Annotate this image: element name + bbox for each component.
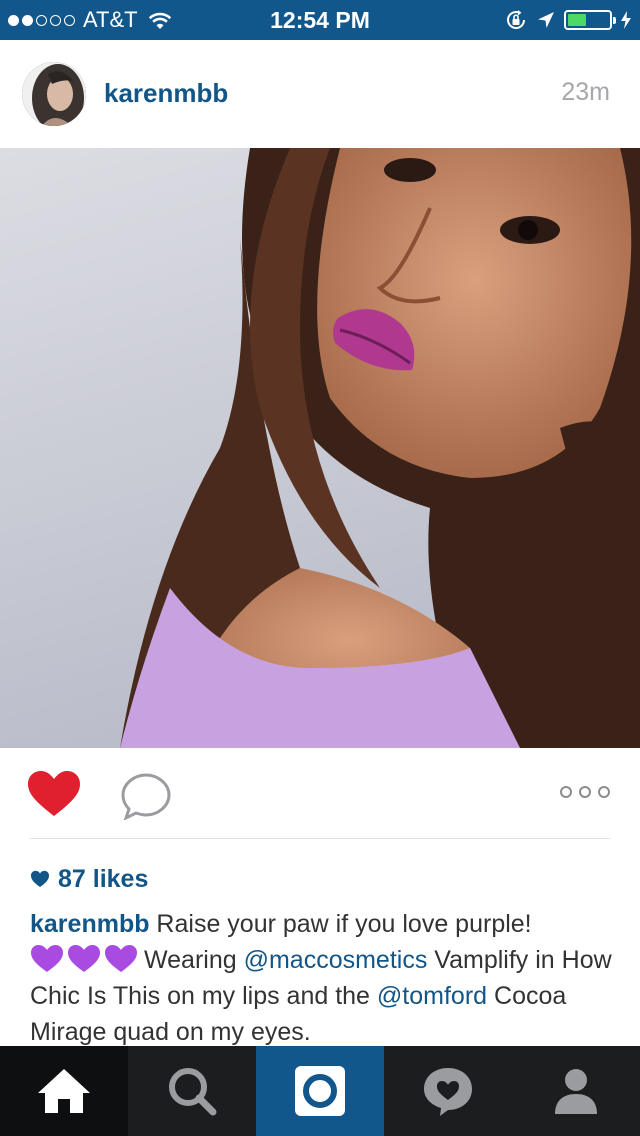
status-right: [504, 0, 632, 40]
status-bar: AT&T 12:54 PM: [0, 0, 640, 40]
post-header: karenmbb 23m: [0, 40, 640, 148]
activity-icon: [424, 1068, 472, 1116]
small-heart-icon: [31, 870, 49, 887]
orientation-lock-icon: [507, 10, 525, 29]
avatar[interactable]: [22, 62, 86, 126]
heart-filled-icon[interactable]: [26, 770, 82, 818]
caption-username[interactable]: karenmbb: [30, 910, 149, 938]
more-dots-icon[interactable]: [560, 784, 610, 800]
carrier-name: AT&T: [83, 7, 138, 32]
tab-bar: [0, 1046, 640, 1136]
purple-heart-emoji: [30, 944, 138, 974]
charging-bolt-icon: [621, 11, 631, 29]
mention-tomford[interactable]: @tomford: [377, 982, 487, 1010]
caption-text-2: Wearing: [144, 946, 244, 974]
battery-level: [568, 14, 586, 26]
location-arrow-icon: [538, 12, 554, 28]
tab-search[interactable]: [128, 1046, 256, 1136]
post-caption: karenmbb Raise your paw if you love purp…: [30, 906, 620, 1050]
post-username[interactable]: karenmbb: [104, 78, 228, 109]
comment-bubble-icon[interactable]: [120, 772, 172, 820]
likes-label: 87 likes: [58, 864, 149, 893]
post-actions: [0, 748, 640, 840]
caption-text-1: Raise your paw if you love purple!: [149, 910, 532, 938]
signal-strength-icon: [8, 14, 75, 26]
post-photo[interactable]: [0, 148, 640, 748]
search-icon: [169, 1068, 217, 1116]
portrait-image: [0, 148, 640, 748]
avatar-image: [22, 62, 86, 126]
tab-home[interactable]: [0, 1046, 128, 1136]
tab-activity[interactable]: [384, 1046, 512, 1136]
likes-count[interactable]: 87 likes: [30, 862, 148, 896]
mention-maccosmetics[interactable]: @maccosmetics: [244, 946, 428, 974]
profile-icon: [555, 1069, 597, 1114]
wifi-icon: [148, 12, 171, 29]
tab-camera[interactable]: [256, 1046, 384, 1136]
battery-icon: [564, 10, 616, 30]
camera-icon: [295, 1066, 345, 1116]
divider: [30, 838, 610, 839]
purple-heart-icon: [31, 945, 63, 972]
status-left: AT&T: [8, 0, 172, 40]
post-timestamp: 23m: [561, 78, 610, 106]
purple-heart-icon: [105, 945, 137, 972]
purple-heart-icon: [68, 945, 100, 972]
tab-profile[interactable]: [512, 1046, 640, 1136]
home-icon: [38, 1069, 90, 1113]
